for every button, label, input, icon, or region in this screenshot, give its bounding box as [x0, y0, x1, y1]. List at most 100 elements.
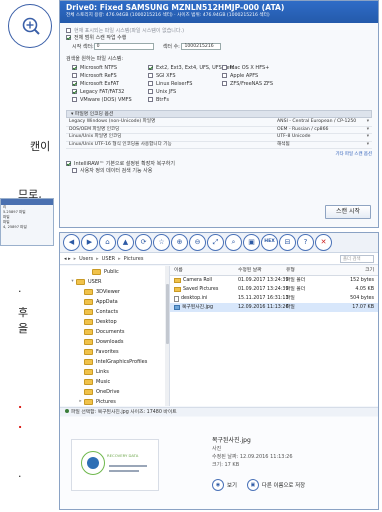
- back-arrow-icon[interactable]: ◂ ▸: [64, 256, 71, 262]
- breadcrumb-item[interactable]: Pictures: [124, 256, 144, 262]
- start-sector-field[interactable]: 0: [93, 43, 154, 50]
- tree-node[interactable]: Desktop: [60, 317, 169, 327]
- tree-node[interactable]: IntelGraphicsProfiles: [60, 357, 169, 367]
- sector-range: 시작 섹터: 0 섹터 수: 1000215216: [72, 43, 372, 51]
- fs-option[interactable]: BtrFs: [148, 96, 222, 104]
- encoding-select[interactable]: UTF-8 Unicode ▾: [274, 133, 372, 142]
- checkbox[interactable]: [148, 80, 153, 86]
- encoding-select[interactable]: 해석됨 ▾: [274, 141, 372, 150]
- checkbox[interactable]: [72, 167, 77, 173]
- checkbox[interactable]: [148, 88, 153, 94]
- checkbox[interactable]: [72, 88, 77, 94]
- home-icon[interactable]: ⌂: [99, 234, 116, 251]
- checkbox[interactable]: [148, 64, 153, 70]
- back-icon[interactable]: ◀: [63, 234, 80, 251]
- breadcrumb-item[interactable]: USER: [102, 256, 115, 262]
- column-header[interactable]: 수정된 날짜: [238, 266, 286, 275]
- checkbox[interactable]: [222, 64, 227, 70]
- sector-count-field[interactable]: 1000215216: [181, 43, 222, 50]
- more-options-link[interactable]: 기타 파일 스캔 옵션: [66, 151, 372, 158]
- view-icon[interactable]: ▣: [243, 234, 260, 251]
- fs-option[interactable]: SGI XFS: [148, 72, 222, 80]
- encoding-section-header[interactable]: ▾ 파일명 인코딩 옵션: [66, 110, 372, 118]
- search-input[interactable]: 폴더 검색: [340, 254, 374, 263]
- tree-node-label: Documents: [96, 329, 125, 335]
- encoding-select[interactable]: OEM - Russian / cp866 ▾: [274, 126, 372, 135]
- fs-option[interactable]: Microsoft ExFAT: [72, 80, 148, 88]
- fs-option[interactable]: Microsoft ReFS: [72, 72, 148, 80]
- zoom-out-icon[interactable]: ⊖: [189, 234, 206, 251]
- tree-node[interactable]: ▸ Pictures: [60, 397, 169, 406]
- fs-option[interactable]: ZFS/FreeNAS ZFS: [222, 80, 302, 88]
- column-header[interactable]: 크기: [318, 266, 378, 275]
- checkbox[interactable]: [148, 72, 153, 78]
- view-button[interactable]: ◉ 보기: [212, 479, 237, 491]
- tree-node[interactable]: Documents: [60, 327, 169, 337]
- zoom-in-icon[interactable]: ⊕: [171, 234, 188, 251]
- fit-icon[interactable]: ⤢: [207, 234, 224, 251]
- checkbox[interactable]: [72, 96, 77, 102]
- checkbox[interactable]: [148, 96, 153, 102]
- hex-icon[interactable]: HEX: [261, 234, 278, 251]
- tree-node[interactable]: Links: [60, 367, 169, 377]
- full-scan-option[interactable]: 전체 범위 스캔 작업 수행: [66, 34, 372, 42]
- checkbox[interactable]: [222, 72, 227, 78]
- column-header[interactable]: 이름: [174, 266, 238, 275]
- favorite-icon[interactable]: ☆: [153, 234, 170, 251]
- column-header[interactable]: 유형: [286, 266, 318, 275]
- preview-pane: RECOVERY DATA 복구된사진.jpg 사진 수정된 날짜: 12.09…: [60, 417, 378, 509]
- current-fs-option[interactable]: 현재 표시되는 파일 시스템(파일 시스템이 없습니다.): [66, 27, 372, 35]
- up-icon[interactable]: ▲: [117, 234, 134, 251]
- tree-node[interactable]: 3DViewer: [60, 287, 169, 297]
- page: 캔이므로,을 선택.후을... 리5.25897 파일파일파일4, 25897 …: [0, 0, 382, 512]
- tree-node[interactable]: Downloads: [60, 337, 169, 347]
- forward-icon[interactable]: ▶: [81, 234, 98, 251]
- tree-node[interactable]: OneDrive: [60, 387, 169, 397]
- fs-option[interactable]: Ext2, Ext3, Ext4, UFS, UFS2 etc: [148, 64, 234, 72]
- fs-option[interactable]: Microsoft NTFS: [72, 64, 148, 72]
- checkbox[interactable]: [72, 72, 77, 78]
- help-icon[interactable]: ?: [297, 234, 314, 251]
- file-row[interactable]: desktop.ini 15.11.2017 16:31:13 파일 504 byte…: [170, 294, 378, 303]
- fs-option[interactable]: VMware (DOS) VMFS: [72, 96, 148, 104]
- breadcrumb-item[interactable]: Users: [79, 256, 93, 262]
- file-row[interactable]: 복구된사진.jpg 12.09.2016 11:13:26 파일 17.07 KB: [170, 303, 378, 312]
- tree-node[interactable]: AppData: [60, 297, 169, 307]
- user-filetypes-option[interactable]: 사용자 정의 데이터 검색 기능 사용: [72, 167, 372, 175]
- file-type: 파일: [286, 305, 295, 310]
- chevron-down-icon: ▾: [366, 134, 369, 140]
- tree-node[interactable]: ▾ USER: [60, 277, 169, 287]
- expander-icon[interactable]: ▸: [78, 397, 83, 406]
- start-scan-button[interactable]: 스캔 시작: [325, 205, 371, 219]
- checkbox[interactable]: [66, 27, 71, 33]
- refresh-icon[interactable]: ⟳: [135, 234, 152, 251]
- checkbox[interactable]: [66, 34, 71, 40]
- tree-node[interactable]: Public: [60, 267, 169, 277]
- tree-node[interactable]: Favorites: [60, 347, 169, 357]
- find-icon[interactable]: ⌕: [225, 234, 242, 251]
- fs-option[interactable]: Apple APFS: [222, 72, 302, 80]
- file-name-cell: desktop.ini: [174, 294, 238, 303]
- preview-modified: 수정된 날짜: 12.09.2016 11:13:26: [212, 454, 293, 460]
- file-row[interactable]: Saved Pictures 01.09.2017 13:24:39 파일 폴더 4.…: [170, 285, 378, 294]
- thumbnail-caption: RECOVERY DATA: [107, 453, 139, 458]
- file-name: Camera Roll: [183, 278, 213, 283]
- checkbox[interactable]: [72, 80, 77, 86]
- fs-option[interactable]: Legacy FAT/FAT32: [72, 88, 148, 96]
- expander-icon[interactable]: ▾: [70, 277, 75, 287]
- close-icon[interactable]: ✕: [315, 234, 332, 251]
- checkbox[interactable]: [72, 64, 77, 70]
- tree-node[interactable]: Contacts: [60, 307, 169, 317]
- fs-option[interactable]: Linux ReiserFS: [148, 80, 222, 88]
- tree-scrollbar[interactable]: [165, 266, 169, 406]
- tree-node[interactable]: Music: [60, 377, 169, 387]
- properties-icon[interactable]: ⊟: [279, 234, 296, 251]
- save-as-button[interactable]: ▣ 다른 이름으로 저장: [246, 479, 305, 491]
- address-bar[interactable]: ◂ ▸ ▸ Users ▸ USER ▸ Pictures 폴더 검색: [60, 253, 378, 265]
- checkbox[interactable]: [66, 160, 71, 166]
- checkbox[interactable]: [222, 80, 227, 86]
- file-row[interactable]: Camera Roll 01.09.2017 13:24:39 파일 폴더 152 b…: [170, 276, 378, 285]
- encoding-select[interactable]: ANSI - Central European / CP-1250 ▾: [274, 119, 372, 127]
- fs-option[interactable]: Mac OS X HFS+: [222, 64, 302, 72]
- fs-option[interactable]: Unix JFS: [148, 88, 222, 96]
